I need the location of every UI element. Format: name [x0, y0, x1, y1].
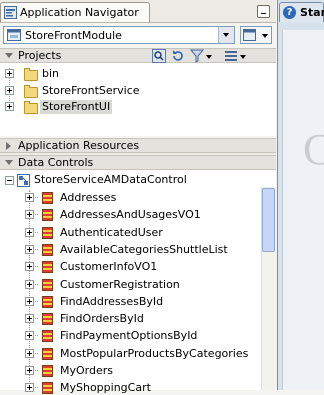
- project-label: bin: [42, 67, 60, 80]
- data-controls-header[interactable]: Data Controls: [0, 155, 276, 170]
- expand-icon[interactable]: [5, 102, 14, 111]
- expand-icon[interactable]: [25, 331, 34, 340]
- projects-section-header[interactable]: Projects: [0, 48, 276, 63]
- chevron-down-icon[interactable]: [240, 55, 246, 59]
- expand-icon[interactable]: [25, 210, 34, 219]
- application-menu-icon: [243, 29, 256, 41]
- collection-icon: [42, 261, 53, 273]
- collapse-icon[interactable]: [5, 176, 14, 185]
- expand-icon[interactable]: [5, 86, 14, 95]
- folder-icon: [24, 68, 38, 81]
- application-navigator-tab[interactable]: Application Navigator: [0, 2, 150, 22]
- data-controls-label: Data Controls: [18, 156, 94, 169]
- application-combo-dropdown[interactable]: [218, 27, 234, 43]
- project-label: StoreFrontUI: [40, 100, 113, 114]
- expand-icon[interactable]: [25, 280, 34, 289]
- collection-icon: [42, 227, 53, 239]
- filter-icon[interactable]: [190, 49, 204, 63]
- chevron-down-icon: [262, 34, 268, 38]
- collection-icon: [42, 382, 53, 394]
- navigator-title: Application Navigator: [20, 6, 139, 19]
- folder-icon: [24, 85, 38, 98]
- data-control-item-label: AuthenticatedUser: [60, 226, 163, 239]
- projects-tree: bin StoreFrontService StoreFrontUI: [0, 63, 276, 136]
- editor-tab[interactable]: ? Star: [279, 2, 324, 22]
- navigator-icon: [4, 6, 17, 19]
- data-control-item-label: CustomerRegistration: [60, 278, 180, 291]
- application-icon: [7, 29, 21, 41]
- collapse-arrow-icon: [5, 160, 13, 165]
- folder-icon: [24, 101, 38, 114]
- collection-icon: [42, 365, 53, 377]
- expand-icon[interactable]: [25, 245, 34, 254]
- view-options-icon[interactable]: [224, 49, 238, 63]
- collection-icon: [42, 192, 53, 204]
- data-controls-tree: StoreServiceAMDataControl Addresses Addre…: [0, 170, 276, 394]
- help-icon: ?: [283, 6, 296, 19]
- expand-icon[interactable]: [25, 349, 34, 358]
- data-control-item-label: CustomerInfoVO1: [60, 260, 158, 273]
- tree-guide: [29, 190, 30, 390]
- expand-arrow-icon: [6, 142, 11, 150]
- expand-icon[interactable]: [25, 228, 34, 237]
- data-control-root-label: StoreServiceAMDataControl: [34, 173, 187, 186]
- data-control-item-label: AvailableCategoriesShuttleList: [60, 243, 228, 256]
- collection-icon: [42, 279, 53, 291]
- expand-icon[interactable]: [25, 193, 34, 202]
- expand-icon[interactable]: [25, 297, 34, 306]
- project-label: StoreFrontService: [42, 84, 140, 97]
- collection-icon: [42, 313, 53, 325]
- expand-icon[interactable]: [25, 262, 34, 271]
- data-control-item-label: MyOrders: [60, 364, 113, 377]
- refresh-icon[interactable]: [171, 49, 185, 63]
- collection-icon: [42, 330, 53, 342]
- expand-icon[interactable]: [25, 383, 34, 392]
- collection-icon: [42, 209, 53, 221]
- expand-icon[interactable]: [5, 69, 14, 78]
- collection-icon: [42, 244, 53, 256]
- minimize-button[interactable]: [257, 5, 270, 18]
- data-control-item-label: FindPaymentOptionsById: [60, 329, 198, 342]
- editor-page-glyph: C: [303, 125, 324, 174]
- data-control-item-label: MostPopularProductsByCategories: [60, 347, 249, 360]
- collection-icon: [42, 296, 53, 308]
- search-icon[interactable]: [152, 49, 166, 63]
- data-control-item-label: FindAddressesById: [60, 295, 164, 308]
- chevron-down-icon: [223, 33, 229, 37]
- editor-tab-label: Star: [300, 6, 324, 19]
- chevron-down-icon[interactable]: [206, 55, 212, 59]
- application-combo-value: StoreFrontModule: [25, 28, 122, 42]
- data-control-item-label: MyShoppingCart: [60, 381, 151, 394]
- data-control-icon: [17, 174, 30, 187]
- expand-icon[interactable]: [25, 314, 34, 323]
- application-menu-button[interactable]: [240, 26, 272, 44]
- editor-page: C: [282, 30, 324, 390]
- scrollbar-thumb[interactable]: [262, 188, 275, 252]
- data-control-item-label: FindOrdersById: [60, 312, 144, 325]
- expand-icon[interactable]: [25, 366, 34, 375]
- application-combo[interactable]: StoreFrontModule: [3, 26, 235, 44]
- collection-icon: [42, 348, 53, 360]
- application-resources-header[interactable]: Application Resources: [0, 138, 276, 153]
- data-control-item-label: Addresses: [60, 191, 117, 204]
- collapse-arrow-icon: [5, 53, 13, 58]
- projects-header-label: Projects: [18, 49, 62, 62]
- data-control-item-label: AddressesAndUsagesVO1: [60, 208, 201, 221]
- application-resources-label: Application Resources: [18, 139, 140, 152]
